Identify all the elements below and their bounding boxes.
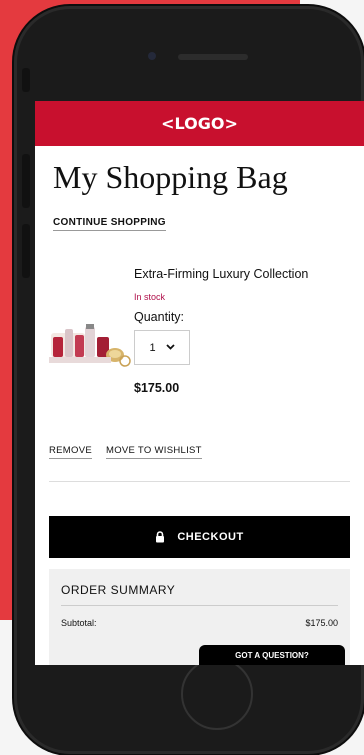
subtotal-value: $175.00 <box>305 618 338 629</box>
got-a-question-label: GOT A QUESTION? <box>235 650 309 660</box>
chevron-down-icon <box>165 342 175 353</box>
mute-switch <box>22 68 30 92</box>
checkout-label: CHECKOUT <box>177 531 244 544</box>
continue-shopping-link[interactable]: CONTINUE SHOPPING <box>53 217 166 232</box>
quantity-select[interactable]: 1 <box>134 330 190 366</box>
subtotal-label: Subtotal: <box>61 618 97 629</box>
home-button[interactable] <box>181 658 253 730</box>
order-summary-title: ORDER SUMMARY <box>61 583 338 607</box>
phone-screen: <LOGO> My Shopping Bag CONTINUE SHOPPING… <box>35 101 364 665</box>
product-info: Extra-Firming Luxury Collection In stock… <box>134 267 349 395</box>
logo-header[interactable]: <LOGO> <box>35 101 364 146</box>
subtotal-row: Subtotal: $175.00 <box>61 618 338 628</box>
product-image[interactable] <box>49 323 131 369</box>
stock-status: In stock <box>134 292 166 303</box>
cart-item: Extra-Firming Luxury Collection In stock… <box>35 251 364 451</box>
got-a-question-button[interactable]: GOT A QUESTION? <box>199 645 345 665</box>
product-price: $175.00 <box>134 381 180 396</box>
quantity-label: Quantity: <box>134 310 185 325</box>
checkout-button[interactable]: CHECKOUT <box>49 516 350 559</box>
divider <box>49 481 350 483</box>
quantity-value: 1 <box>149 341 156 354</box>
product-name[interactable]: Extra-Firming Luxury Collection <box>134 267 349 282</box>
page-title: My Shopping Bag <box>53 159 288 195</box>
volume-down-button <box>22 224 30 278</box>
lock-icon <box>156 531 165 543</box>
logo-text[interactable]: <LOGO> <box>161 114 238 133</box>
volume-up-button <box>22 154 30 208</box>
speaker-grille <box>178 54 248 60</box>
camera-icon <box>148 52 156 60</box>
